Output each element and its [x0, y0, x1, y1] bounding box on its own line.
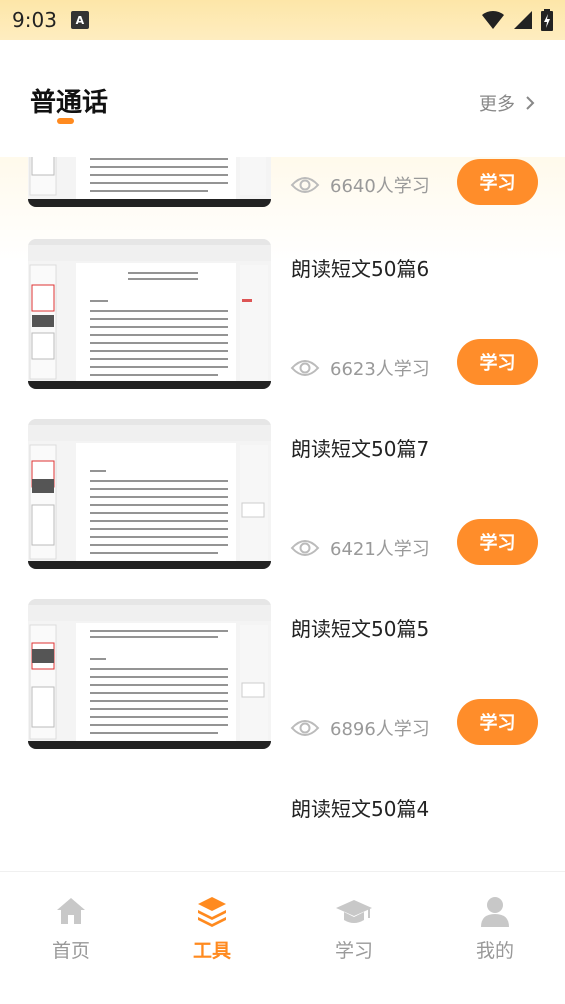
more-link[interactable]: 更多	[479, 90, 535, 116]
list-item[interactable]: 朗读短文50篇4	[0, 779, 565, 871]
learn-button[interactable]: 学习	[457, 159, 538, 205]
signal-icon	[514, 11, 532, 29]
nav-label: 学习	[334, 940, 373, 962]
learn-button[interactable]: 学习	[457, 519, 538, 565]
view-count-text: 6640人学习	[330, 176, 430, 197]
list-item[interactable]: 朗读短文50篇5 6896人学习 学习	[0, 599, 565, 749]
item-title[interactable]: 朗读短文50篇5	[291, 613, 429, 642]
list-item[interactable]: 朗读短文50篇6 6623人学习 学习	[0, 239, 565, 389]
status-time: 9:03	[12, 8, 57, 32]
document-thumbnail[interactable]	[28, 239, 271, 389]
layers-icon	[198, 897, 226, 927]
item-title[interactable]: 朗读短文50篇6	[291, 253, 429, 282]
section-header: 普通话 更多	[0, 40, 565, 157]
view-count-text: 6623人学习	[330, 359, 430, 380]
eye-icon	[290, 540, 320, 556]
nav-label: 我的	[475, 940, 514, 962]
wifi-icon	[482, 10, 504, 29]
title-underline	[57, 118, 74, 124]
course-list[interactable]: 6640人学习 学习 朗读短文50篇6 6623人学习 学习 朗读短文50篇7 …	[0, 157, 565, 871]
item-title[interactable]: 朗读短文50篇7	[291, 433, 429, 462]
nav-label: 首页	[51, 940, 90, 962]
home-icon	[57, 898, 85, 924]
list-item[interactable]: 朗读短文50篇7 6421人学习 学习	[0, 419, 565, 569]
document-thumbnail[interactable]	[28, 599, 271, 749]
nav-item-mine[interactable]: 我的	[455, 894, 535, 963]
bottom-nav: 首页 工具 学习 我的	[0, 871, 565, 1004]
status-icons	[481, 9, 553, 31]
user-icon	[481, 897, 509, 927]
nav-item-learn[interactable]: 学习	[314, 894, 394, 963]
view-count: 6896人学习	[290, 715, 430, 741]
eye-icon	[290, 177, 320, 193]
view-count: 6623人学习	[290, 355, 430, 381]
status-bar: 9:03 A	[0, 0, 565, 40]
nav-item-tools[interactable]: 工具	[172, 894, 252, 963]
document-thumbnail[interactable]	[28, 157, 271, 207]
eye-icon	[290, 720, 320, 736]
notification-icon: A	[70, 11, 89, 29]
learn-button[interactable]: 学习	[457, 699, 538, 745]
learn-button[interactable]: 学习	[457, 339, 538, 385]
eye-icon	[290, 360, 320, 376]
item-title[interactable]: 朗读短文50篇4	[291, 793, 429, 822]
view-count-text: 6421人学习	[330, 539, 430, 560]
more-label: 更多	[479, 94, 515, 115]
nav-item-home[interactable]: 首页	[31, 894, 111, 963]
document-thumbnail[interactable]	[28, 419, 271, 569]
nav-label: 工具	[192, 940, 231, 962]
chevron-right-icon	[526, 96, 535, 110]
view-count: 6421人学习	[290, 535, 430, 561]
view-count: 6640人学习	[290, 172, 430, 198]
battery-icon	[541, 9, 553, 31]
graduation-cap-icon	[336, 900, 372, 923]
list-item[interactable]: 6640人学习 学习	[0, 157, 565, 207]
section-title: 普通话	[30, 88, 109, 118]
view-count-text: 6896人学习	[330, 719, 430, 740]
